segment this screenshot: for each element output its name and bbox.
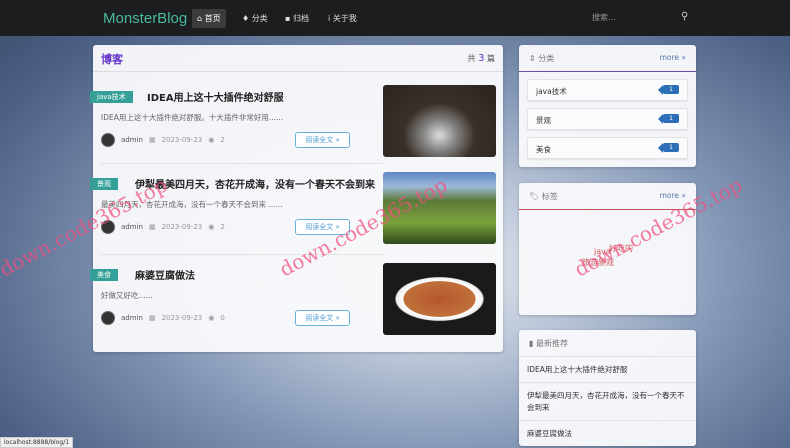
post-tag[interactable]: 景观 [90,178,118,190]
tags-card: 🏷 标签 more » java 好吃的 旅游景观 [519,183,696,315]
category-more-link[interactable]: more » [660,53,686,62]
author: admin [121,223,143,231]
calendar-icon: ▦ [148,314,156,322]
avatar [101,133,115,147]
eye-icon: ◉ [208,136,215,144]
avatar [101,220,115,234]
recommend-item[interactable]: 麻婆豆腐做法 [519,420,696,447]
post-count: 共 3 篇 [467,53,495,64]
divider [101,254,383,255]
sort-icon: ⇕ [529,54,536,63]
nav-home[interactable]: ⌂ 首页 [192,9,226,28]
post-desc: 好做又好吃...... [101,291,153,300]
info-icon: i [328,14,331,23]
post-title[interactable]: 麻婆豆腐做法 [135,267,195,282]
recommend-item[interactable]: IDEA用上这十大插件绝对舒服 [519,356,696,383]
nav-category[interactable]: ♦ 分类 [237,9,273,28]
category-item[interactable]: 美食 1 [527,137,688,159]
nav-label: 首页 [204,14,221,23]
post-title[interactable]: 伊犁最美四月天，杏花开成海，没有一个春天不会到来 [135,176,375,191]
category-item[interactable]: java技术 1 [527,79,688,101]
avatar [101,311,115,325]
date: 2023-09-23 [161,136,203,144]
post-meta: admin ▦ 2023-09-23 ◉ 2 [101,133,225,147]
blog-list: 博客 共 3 篇 java技术 IDEA用上这十大插件绝对舒服 IDEA用上这十… [90,45,503,352]
search-input[interactable]: 搜索... [592,12,682,23]
post-tag[interactable]: 美食 [90,269,118,281]
recommend-item[interactable]: 伊犁最美四月天，杏花开成海，没有一个春天不会到来 [519,382,696,421]
tag-link[interactable]: 旅游景观 [582,257,614,268]
logo[interactable]: MonsterBlog [103,10,187,27]
nav-label: 关于我 [332,14,357,23]
author: admin [121,136,143,144]
recommend-title: ▮ 最新推荐 [529,339,568,348]
nav-label: 归档 [292,14,309,23]
search-icon[interactable]: ⚲ [681,11,688,22]
recommend-card: ▮ 最新推荐 IDEA用上这十大插件绝对舒服 伊犁最美四月天，杏花开成海，没有一… [519,330,696,446]
post-title[interactable]: IDEA用上这十大插件绝对舒服 [147,89,284,104]
read-more-button[interactable]: 阅读全文 » [295,132,350,148]
post-meta: admin ▦ 2023-09-23 ◉ 2 [101,220,225,234]
eye-icon: ◉ [208,314,215,322]
post-image[interactable] [383,263,496,335]
blog-title: 博客 [101,53,123,66]
home-icon: ⌂ [197,14,203,23]
date: 2023-09-23 [161,223,203,231]
post-item: java技术 IDEA用上这十大插件绝对舒服 IDEA用上这十大插件绝对舒服。十… [90,85,503,171]
eye-icon: ◉ [208,223,215,231]
lightbulb-icon: ♦ [242,14,250,23]
post-tag[interactable]: java技术 [90,91,133,103]
post-image[interactable] [383,172,496,244]
status-url: localhost:8888/blog/1 [0,437,74,448]
views: 0 [220,314,225,322]
post-meta: admin ▦ 2023-09-23 ◉ 0 [101,311,225,325]
author: admin [121,314,143,322]
category-item[interactable]: 景观 1 [527,108,688,130]
calendar-icon: ▦ [148,136,156,144]
archive-icon: ▪ [285,14,291,23]
date: 2023-09-23 [161,314,203,322]
count-badge: 1 [658,85,679,95]
navbar: MonsterBlog ⌂ 首页 ♦ 分类 ▪ 归档 i 关于我 搜索... ⚲ [0,0,790,36]
tags-icon: 🏷 [529,192,540,201]
read-more-button[interactable]: 阅读全文 » [295,310,350,326]
nav-label: 分类 [251,14,268,23]
nav-about[interactable]: i 关于我 [323,9,362,28]
post-desc: 最美四月天，杏花开成海，没有一个春天不会到来 ...... [101,200,283,209]
nav-archive[interactable]: ▪ 归档 [280,9,314,28]
count-badge: 1 [658,143,679,153]
post-item: 景观 伊犁最美四月天，杏花开成海，没有一个春天不会到来 最美四月天，杏花开成海，… [90,172,503,258]
post-item: 美食 麻婆豆腐做法 好做又好吃...... admin ▦ 2023-09-23 ◉ 0… [90,263,503,349]
tag-link[interactable]: 好吃的 [609,243,633,254]
count-badge: 1 [658,114,679,124]
read-more-button[interactable]: 阅读全文 » [295,219,350,235]
category-title: ⇕ 分类 [529,54,555,63]
divider [101,163,383,164]
tags-title: 🏷 标签 [529,192,558,201]
views: 2 [220,223,225,231]
views: 2 [220,136,225,144]
tags-more-link[interactable]: more » [660,191,686,200]
calendar-icon: ▦ [148,223,156,231]
post-desc: IDEA用上这十大插件绝对舒服。十大插件非常好用...... [101,113,284,122]
post-image[interactable] [383,85,496,157]
bookmark-icon: ▮ [529,339,534,348]
category-card: ⇕ 分类 more » java技术 1 景观 1 美食 1 [519,45,696,167]
